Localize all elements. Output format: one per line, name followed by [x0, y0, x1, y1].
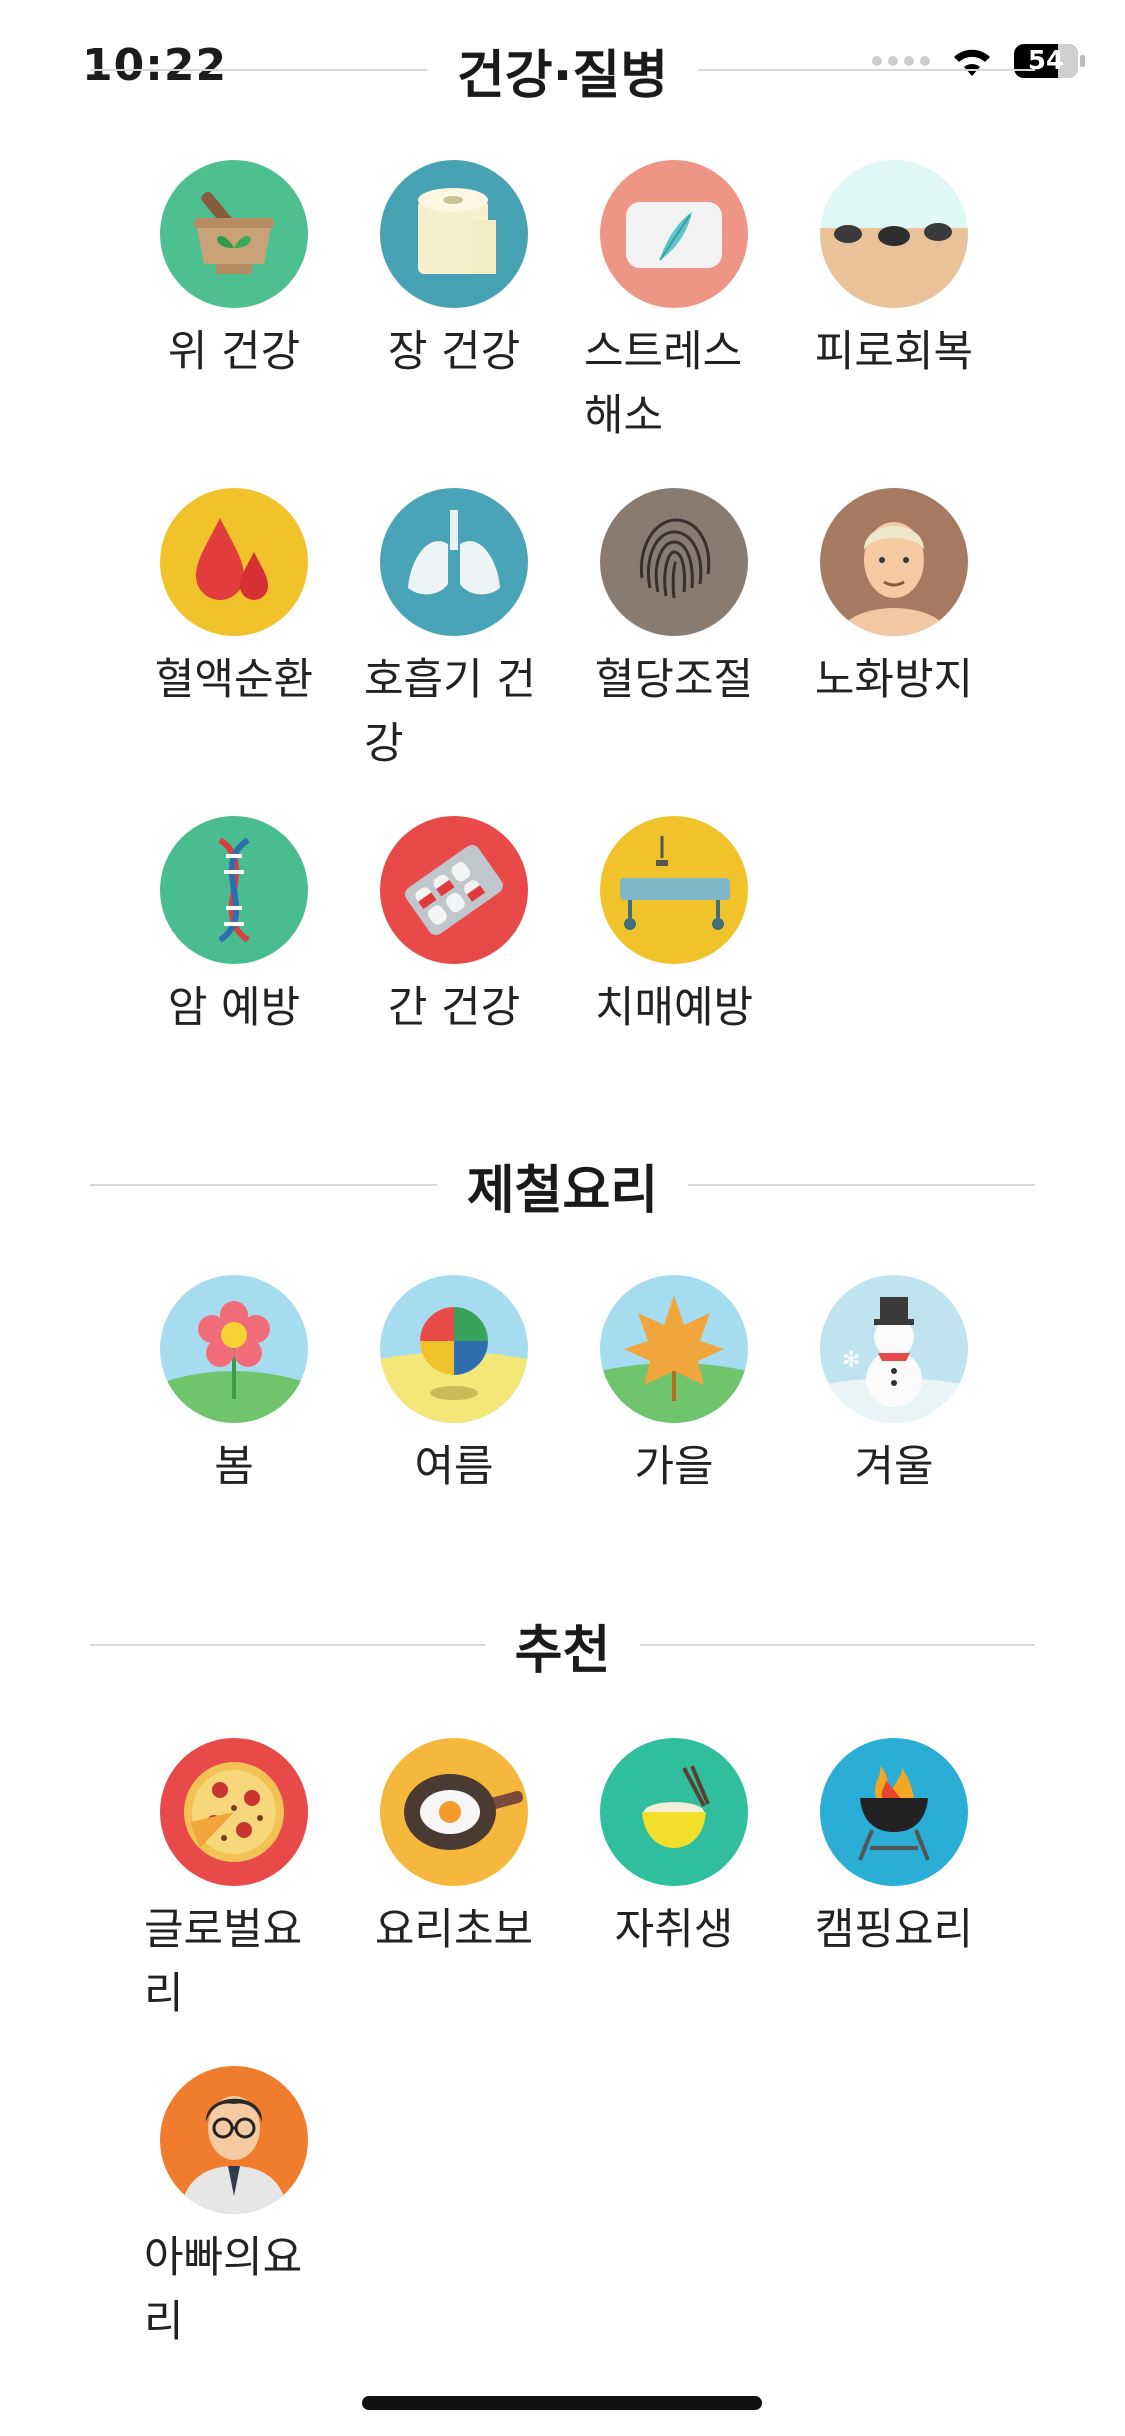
category-fatigue-recovery[interactable]: 피로회복 — [800, 160, 1020, 488]
category-dementia-prevention[interactable]: 치매예방 — [580, 816, 800, 1144]
category-label: 가을 — [634, 1442, 714, 1492]
category-liver-health[interactable]: 간 건강 — [360, 816, 580, 1144]
category-label: 겨울 — [854, 1442, 934, 1492]
category-label: 봄 — [214, 1442, 254, 1492]
category-beginner-cooking[interactable]: 요리초보 — [360, 1738, 580, 2066]
home-indicator[interactable] — [362, 2396, 762, 2410]
section-header-recommended: 추천 — [90, 1615, 1035, 1681]
section-title: 추천 — [514, 1620, 611, 1681]
grill-icon — [820, 1738, 968, 1886]
beach-ball-icon — [380, 1275, 528, 1423]
recommended-category-grid: 글로벌요리 요리초보 자취생 캠핑요리 아빠의요리 — [140, 1738, 1020, 2394]
category-label: 캠핑요리 — [814, 1905, 974, 1955]
category-label: 암 예방 — [167, 983, 301, 1033]
category-label: 혈당조절 — [594, 655, 754, 705]
health-category-grid: 위 건강 장 건강 스트레스 해소 피로회복 혈액순환 호흡기 건강 혈당조절 … — [140, 160, 1020, 1144]
dad-glasses-icon — [160, 2066, 308, 2214]
category-stomach-health[interactable]: 위 건강 — [140, 160, 360, 488]
section-title: 제철요리 — [466, 1160, 659, 1221]
pill-pack-icon — [380, 816, 528, 964]
pizza-icon — [160, 1738, 308, 1886]
category-intestine-health[interactable]: 장 건강 — [360, 160, 580, 488]
category-label: 장 건강 — [387, 327, 521, 377]
lungs-icon — [380, 488, 528, 636]
category-label: 위 건강 — [167, 327, 301, 377]
section-header-health: 건강·질병 — [90, 40, 1035, 106]
category-label: 여름 — [414, 1442, 494, 1492]
category-cancer-prevention[interactable]: 암 예방 — [140, 816, 360, 1144]
category-label: 스트레스 해소 — [584, 327, 743, 441]
toilet-paper-icon — [380, 160, 528, 308]
category-label: 피로회복 — [814, 327, 974, 377]
dna-icon — [160, 816, 308, 964]
old-man-face-icon — [820, 488, 968, 636]
category-respiratory-health[interactable]: 호흡기 건강 — [360, 488, 580, 816]
category-blood-sugar[interactable]: 혈당조절 — [580, 488, 800, 816]
mortar-herb-icon — [160, 160, 308, 308]
blood-drops-icon — [160, 488, 308, 636]
category-living-alone[interactable]: 자취생 — [580, 1738, 800, 2066]
category-anti-aging[interactable]: 노화방지 — [800, 488, 1020, 816]
fingerprint-icon — [600, 488, 748, 636]
hot-stones-icon — [820, 160, 968, 308]
pillow-feather-icon — [600, 160, 748, 308]
category-autumn[interactable]: 가을 — [580, 1275, 800, 1603]
frying-pan-egg-icon — [380, 1738, 528, 1886]
category-label: 글로벌요리 — [144, 1905, 303, 2019]
category-label: 아빠의요리 — [144, 2233, 303, 2347]
category-summer[interactable]: 여름 — [360, 1275, 580, 1603]
category-label: 치매예방 — [594, 983, 754, 1033]
category-stress-relief[interactable]: 스트레스 해소 — [580, 160, 800, 488]
category-global-cuisine[interactable]: 글로벌요리 — [140, 1738, 360, 2066]
seasonal-category-grid: 봄 여름 가을 ✻ 겨울 — [140, 1275, 1020, 1603]
noodle-bowl-icon — [600, 1738, 748, 1886]
flower-icon — [160, 1275, 308, 1423]
category-label: 호흡기 건강 — [364, 655, 536, 769]
category-winter[interactable]: ✻ 겨울 — [800, 1275, 1020, 1603]
category-camping-cooking[interactable]: 캠핑요리 — [800, 1738, 1020, 2066]
section-title: 건강·질병 — [456, 45, 669, 106]
svg-text:✻: ✻ — [842, 1348, 860, 1373]
category-label: 간 건강 — [387, 983, 521, 1033]
category-label: 노화방지 — [814, 655, 974, 705]
hospital-bed-icon — [600, 816, 748, 964]
category-label: 요리초보 — [374, 1905, 534, 1955]
section-header-seasonal: 제철요리 — [90, 1155, 1035, 1221]
snowman-icon: ✻ — [820, 1275, 968, 1423]
category-label: 혈액순환 — [154, 655, 314, 705]
category-spring[interactable]: 봄 — [140, 1275, 360, 1603]
category-dads-cooking[interactable]: 아빠의요리 — [140, 2066, 360, 2394]
maple-leaf-icon — [600, 1275, 748, 1423]
category-blood-circulation[interactable]: 혈액순환 — [140, 488, 360, 816]
category-label: 자취생 — [614, 1905, 734, 1955]
